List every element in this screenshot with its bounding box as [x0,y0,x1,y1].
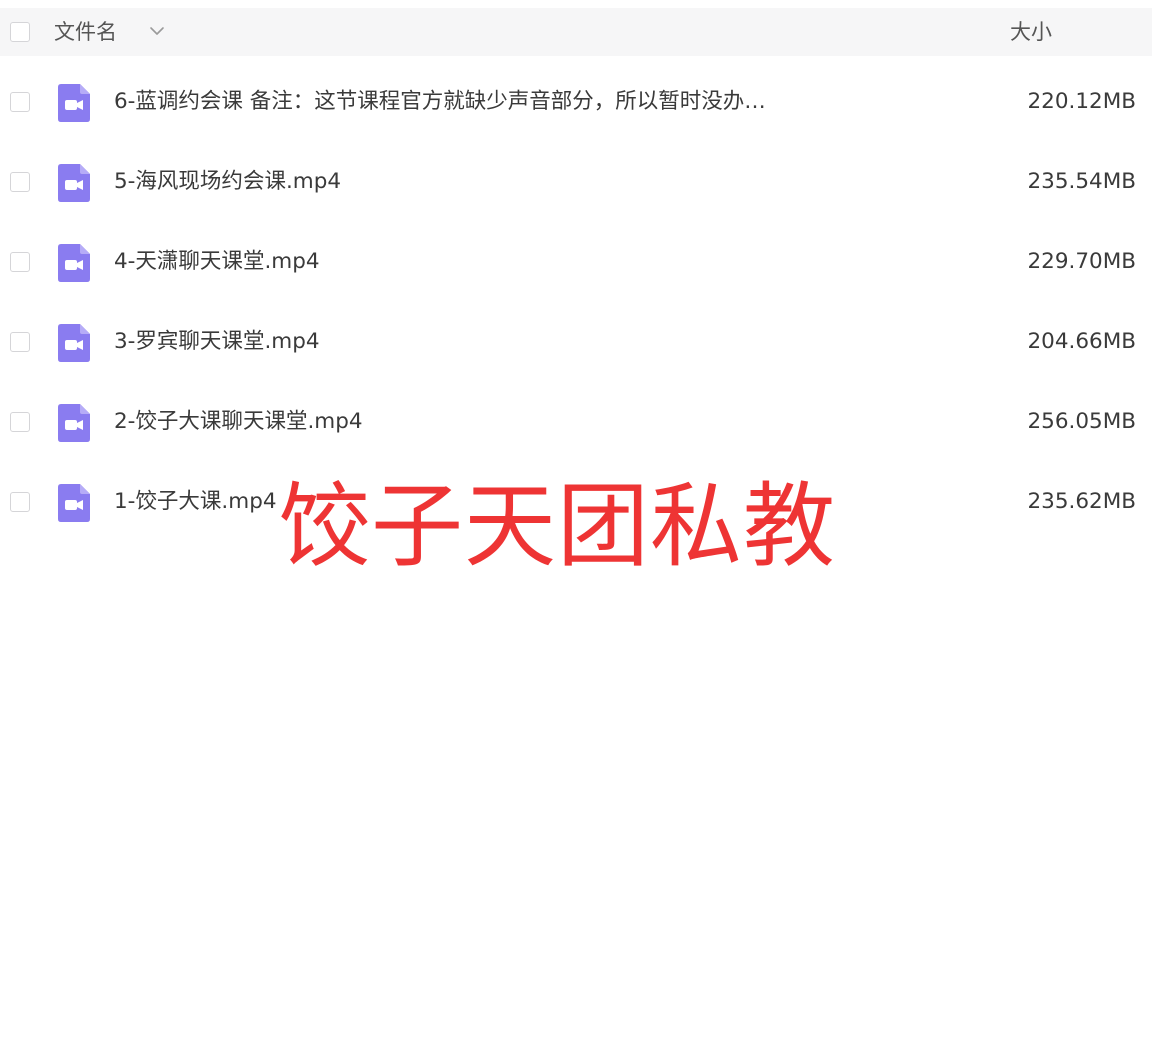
file-name[interactable]: 5-海风现场约会课.mp4 [114,142,341,222]
file-name[interactable]: 3-罗宾聊天课堂.mp4 [114,302,320,382]
video-file-icon [58,244,90,282]
column-header-name[interactable]: 文件名 [54,8,117,56]
row-checkbox[interactable] [10,412,30,432]
video-file-icon [58,84,90,122]
file-size: 256.05MB [1027,409,1136,434]
file-row[interactable]: 6-蓝调约会课 备注：这节课程官方就缺少声音部分，所以暂时没办… 220.12M… [0,62,1152,142]
watermark-text: 饺子天团私教 [278,473,837,580]
file-name[interactable]: 2-饺子大课聊天课堂.mp4 [114,382,363,462]
chevron-down-icon[interactable] [148,22,166,40]
file-name[interactable]: 6-蓝调约会课 备注：这节课程官方就缺少声音部分，所以暂时没办… [114,62,766,142]
video-file-icon [58,164,90,202]
row-checkbox[interactable] [10,252,30,272]
video-file-icon [58,484,90,522]
file-row[interactable]: 3-罗宾聊天课堂.mp4 204.66MB [0,302,1152,382]
file-name[interactable]: 1-饺子大课.mp4 [114,462,277,542]
video-file-icon [58,324,90,362]
file-size: 235.54MB [1027,169,1136,194]
file-row[interactable]: 4-天潇聊天课堂.mp4 229.70MB [0,222,1152,302]
file-name[interactable]: 4-天潇聊天课堂.mp4 [114,222,320,302]
select-all-checkbox[interactable] [10,22,30,42]
video-file-icon [58,404,90,442]
file-list: 文件名 大小 6-蓝调约会课 备注：这节课程官方就缺少声音部分，所以暂时没办… … [0,0,1152,1050]
file-size: 229.70MB [1027,249,1136,274]
column-header-size[interactable]: 大小 [1010,8,1052,56]
row-checkbox[interactable] [10,492,30,512]
file-size: 235.62MB [1027,489,1136,514]
file-size: 220.12MB [1027,89,1136,114]
file-row[interactable]: 5-海风现场约会课.mp4 235.54MB [0,142,1152,222]
list-header: 文件名 大小 [0,8,1152,56]
row-checkbox[interactable] [10,92,30,112]
row-checkbox[interactable] [10,172,30,192]
row-checkbox[interactable] [10,332,30,352]
file-row[interactable]: 2-饺子大课聊天课堂.mp4 256.05MB [0,382,1152,462]
file-size: 204.66MB [1027,329,1136,354]
